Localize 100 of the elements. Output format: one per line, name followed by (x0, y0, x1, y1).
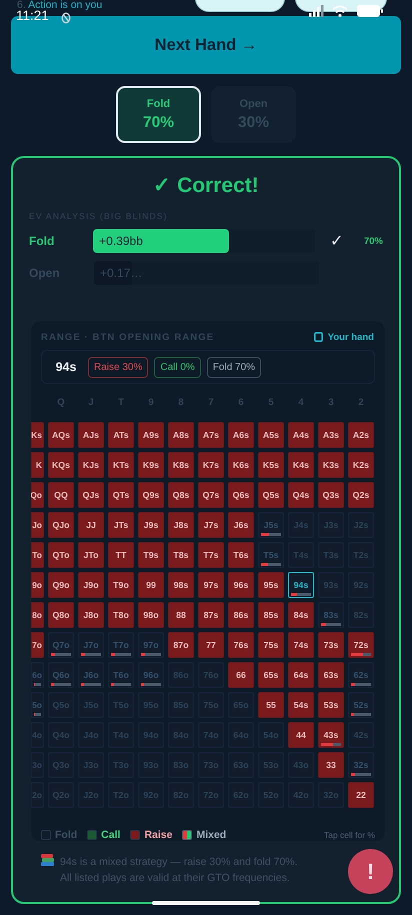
hand-cell[interactable]: 54s (288, 692, 314, 718)
hand-cell[interactable]: J9o (78, 572, 104, 598)
hand-cell[interactable]: JJ (78, 512, 104, 538)
hand-cell[interactable]: T8s (168, 542, 194, 568)
hand-cell[interactable]: A2s (348, 422, 374, 448)
legend-label: Mixed (196, 829, 226, 841)
hand-cell[interactable]: T6s (228, 542, 254, 568)
hand-cell[interactable]: Q8s (168, 482, 194, 508)
hand-cell[interactable]: 65s (258, 662, 284, 688)
hand-cell[interactable]: 7o (31, 632, 44, 658)
hand-cell[interactable]: 63s (318, 662, 344, 688)
hand-cell[interactable]: K2s (348, 452, 374, 478)
hand-cell[interactable]: 95s (258, 572, 284, 598)
hand-cell[interactable]: 99 (138, 572, 164, 598)
hand-cell[interactable]: TT (108, 542, 134, 568)
alert-button[interactable]: ! (348, 849, 393, 894)
hand-cell[interactable]: 87s (198, 602, 224, 628)
hand-cell[interactable]: A7s (198, 422, 224, 448)
hand-cell[interactable]: JTs (108, 512, 134, 538)
hand-cell[interactable]: T9s (138, 542, 164, 568)
hand-cell[interactable]: 72s (348, 632, 374, 658)
verdict-title: ✓ Correct! (152, 173, 260, 199)
hand-cell[interactable]: Q5s (258, 482, 284, 508)
hand-cell[interactable]: 55 (258, 692, 284, 718)
hand-cell[interactable]: 44 (288, 722, 314, 748)
hand-cell[interactable]: A8s (168, 422, 194, 448)
hand-cell[interactable]: 64s (288, 662, 314, 688)
hand-cell[interactable]: 22 (348, 782, 374, 808)
hand-cell[interactable]: K5s (258, 452, 284, 478)
hand-cell[interactable]: A3s (318, 422, 344, 448)
hand-cell[interactable]: A9s (138, 422, 164, 448)
hand-cell[interactable]: 75s (258, 632, 284, 658)
hand-cell[interactable]: K9s (138, 452, 164, 478)
square-icon (314, 332, 323, 342)
hand-cell[interactable]: T7s (198, 542, 224, 568)
hand-cell[interactable]: K4s (288, 452, 314, 478)
hand-cell[interactable]: Q3s (318, 482, 344, 508)
hand-cell[interactable]: Q9o (48, 572, 74, 598)
hand-cell[interactable]: 33 (318, 752, 344, 778)
hand-cell[interactable]: To (31, 542, 44, 568)
hand-cell[interactable]: K6s (228, 452, 254, 478)
hand-cell[interactable]: J6s (228, 512, 254, 538)
hand-cell[interactable]: 85s (258, 602, 284, 628)
hand-cell[interactable]: T8o (108, 602, 134, 628)
hand-cell[interactable]: Ks (31, 422, 44, 448)
hand-cell[interactable]: J7s (198, 512, 224, 538)
hand-cell[interactable]: Q9s (138, 482, 164, 508)
hand-cell[interactable]: 53s (318, 692, 344, 718)
hand-cell[interactable]: A4s (288, 422, 314, 448)
hand-cell[interactable]: 77 (198, 632, 224, 658)
hand-cell[interactable]: Q2s (348, 482, 374, 508)
hand-cell[interactable]: 66 (228, 662, 254, 688)
hand-cell[interactable]: ATs (108, 422, 134, 448)
hand-cell[interactable]: QQ (48, 482, 74, 508)
your-hand-label: Your hand (328, 332, 374, 342)
hand-cell[interactable]: 94s (288, 572, 314, 598)
hand-cell[interactable]: J8o (78, 602, 104, 628)
hand-cell[interactable]: Jo (31, 512, 44, 538)
hand-cell[interactable]: QTo (48, 542, 74, 568)
hand-cell[interactable]: A5s (258, 422, 284, 448)
hand-cell[interactable]: 76s (228, 632, 254, 658)
hand-cell[interactable]: 74s (288, 632, 314, 658)
call-stat: Call 0% (154, 356, 201, 378)
hand-cell[interactable]: K3s (318, 452, 344, 478)
hand-cell[interactable]: 84s (288, 602, 314, 628)
hand-cell[interactable]: QTs (108, 482, 134, 508)
hand-cell[interactable]: 98s (168, 572, 194, 598)
hand-cell[interactable]: 97s (198, 572, 224, 598)
hand-cell[interactable]: AJs (78, 422, 104, 448)
hand-cell[interactable]: Q8o (48, 602, 74, 628)
hand-cell[interactable]: Q6s (228, 482, 254, 508)
hand-cell[interactable]: 87o (168, 632, 194, 658)
action-option[interactable]: Fold 70% (116, 86, 201, 143)
hand-cell[interactable]: AQs (48, 422, 74, 448)
hand-cell[interactable]: 73s (318, 632, 344, 658)
hand-cell[interactable]: KQs (48, 452, 74, 478)
hand-cell[interactable]: Q4s (288, 482, 314, 508)
hand-cell[interactable]: Q7s (198, 482, 224, 508)
do-not-disturb-icon (61, 12, 71, 24)
hand-cell[interactable]: 8o (31, 602, 44, 628)
hand-cell[interactable]: KTs (108, 452, 134, 478)
hand-cell[interactable]: J9s (138, 512, 164, 538)
hand-cell[interactable]: 86s (228, 602, 254, 628)
hand-cell[interactable]: 9o (31, 572, 44, 598)
hand-cell[interactable]: JTo (78, 542, 104, 568)
hand-cell[interactable]: J8s (168, 512, 194, 538)
hand-cell[interactable]: T9o (108, 572, 134, 598)
hand-cell[interactable]: 88 (168, 602, 194, 628)
raise-stat: Raise 30% (88, 356, 148, 378)
hand-cell[interactable]: QJo (48, 512, 74, 538)
legend-swatch (87, 830, 98, 840)
hand-cell[interactable]: A6s (228, 422, 254, 448)
hand-cell[interactable]: 96s (228, 572, 254, 598)
hand-cell[interactable]: QJs (78, 482, 104, 508)
hand-cell[interactable]: 98o (138, 602, 164, 628)
hand-cell[interactable]: K (31, 452, 44, 478)
hand-cell[interactable]: 43s (318, 722, 344, 748)
hand-cell[interactable]: K7s (198, 452, 224, 478)
hand-cell[interactable]: KJs (78, 452, 104, 478)
hand-cell[interactable]: K8s (168, 452, 194, 478)
